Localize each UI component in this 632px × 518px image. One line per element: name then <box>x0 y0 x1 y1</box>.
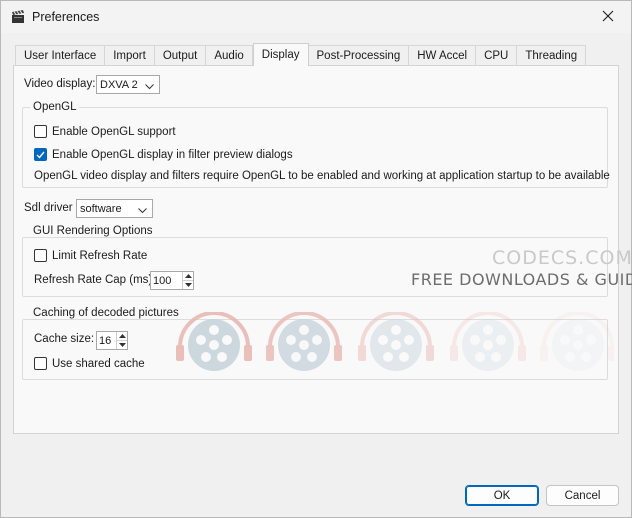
caching-group-title: Caching of decoded pictures <box>30 307 182 319</box>
chevron-down-icon <box>138 205 147 217</box>
enable-opengl-preview-label: Enable OpenGL display in filter preview … <box>52 148 293 161</box>
refresh-rate-cap-label: Refresh Rate Cap (ms) <box>34 274 153 286</box>
tab-output[interactable]: Output <box>154 45 207 66</box>
limit-refresh-rate-label: Limit Refresh Rate <box>52 249 148 262</box>
cancel-button[interactable]: Cancel <box>546 485 619 506</box>
opengl-note: OpenGL video display and filters require… <box>34 170 610 182</box>
cache-size-label: Cache size: <box>34 333 95 345</box>
enable-opengl-support-label: Enable OpenGL support <box>52 125 176 138</box>
watermark-subtitle: FREE DOWNLOADS & GUIDES <box>411 270 632 289</box>
gui-rendering-group-title: GUI Rendering Options <box>30 225 156 237</box>
tab-audio[interactable]: Audio <box>206 45 253 66</box>
ok-button[interactable]: OK <box>465 485 539 506</box>
checkbox-box <box>34 249 47 262</box>
tab-import[interactable]: Import <box>105 45 155 66</box>
checkbox-box <box>34 357 47 370</box>
tab-post-processing[interactable]: Post-Processing <box>308 45 410 66</box>
tab-hw-accel[interactable]: HW Accel <box>409 45 477 66</box>
sdl-driver-label: Sdl driver <box>24 202 73 214</box>
tab-threading[interactable]: Threading <box>517 45 587 66</box>
close-icon <box>602 10 614 25</box>
cache-size-stepper[interactable]: 16 <box>96 331 128 350</box>
tab-display[interactable]: Display <box>252 43 309 66</box>
video-display-select[interactable]: DXVA 2 <box>96 75 160 94</box>
tab-user-interface[interactable]: User Interface <box>15 45 106 66</box>
opengl-group-title: OpenGL <box>30 101 80 113</box>
video-display-value: DXVA 2 <box>100 78 138 91</box>
display-tab-panel: Video display: DXVA 2 OpenGL Enable Open… <box>13 65 632 434</box>
checkbox-box <box>34 125 47 138</box>
spin-down-icon[interactable] <box>117 340 127 349</box>
refresh-rate-cap-value: 100 <box>153 274 172 287</box>
window-title: Preferences <box>32 10 100 24</box>
enable-opengl-support-checkbox[interactable]: Enable OpenGL support <box>34 125 176 138</box>
enable-opengl-preview-checkbox[interactable]: Enable OpenGL display in filter preview … <box>34 148 293 161</box>
close-button[interactable] <box>585 1 631 33</box>
watermark-title: CODECS.COM <box>492 247 632 269</box>
use-shared-cache-checkbox[interactable]: Use shared cache <box>34 357 145 370</box>
chevron-down-icon <box>145 81 154 93</box>
title-bar: Preferences <box>1 1 631 33</box>
clapperboard-icon <box>10 9 26 25</box>
spin-up-icon[interactable] <box>117 332 127 340</box>
checkmark-icon <box>34 148 47 161</box>
film-reel-watermark <box>176 312 614 371</box>
tab-cpu[interactable]: CPU <box>476 45 518 66</box>
limit-refresh-rate-checkbox[interactable]: Limit Refresh Rate <box>34 249 147 262</box>
sdl-driver-select[interactable]: software <box>76 199 153 218</box>
spin-down-icon[interactable] <box>183 280 193 289</box>
video-display-label: Video display: <box>24 78 96 90</box>
refresh-rate-cap-stepper[interactable]: 100 <box>150 271 194 290</box>
tab-strip: User Interface Import Output Audio Displ… <box>15 43 587 66</box>
use-shared-cache-label: Use shared cache <box>52 357 145 370</box>
spin-up-icon[interactable] <box>183 272 193 280</box>
preferences-window: Preferences User Interface Import Output… <box>0 0 632 518</box>
sdl-driver-value: software <box>80 202 122 215</box>
cache-size-value: 16 <box>99 334 112 347</box>
